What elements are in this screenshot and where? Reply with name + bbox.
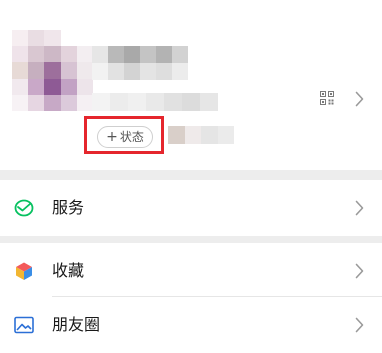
menu-item-label: 收藏 xyxy=(52,261,85,280)
wechat-id-redacted xyxy=(92,93,218,111)
menu-item-favorites[interactable]: 收藏 xyxy=(0,243,382,299)
menu-item-services[interactable]: 服务 xyxy=(0,180,382,236)
add-status-button[interactable]: + 状态 xyxy=(97,126,153,148)
menu-item-moments[interactable]: 朋友圈 xyxy=(0,297,382,353)
profile-header[interactable]: + 状态 xyxy=(0,0,382,170)
menu-item-label: 服务 xyxy=(52,198,85,217)
avatar[interactable] xyxy=(12,30,93,111)
plus-icon: + xyxy=(106,129,118,145)
qr-code-icon[interactable] xyxy=(320,91,334,105)
chevron-right-icon xyxy=(355,317,364,333)
menu-item-label: 朋友圈 xyxy=(52,315,101,334)
status-friends-redacted xyxy=(168,126,234,144)
nickname-redacted xyxy=(92,46,188,80)
moments-photo-icon xyxy=(14,316,34,334)
chevron-right-icon xyxy=(355,91,364,107)
services-icon xyxy=(14,199,34,217)
chevron-right-icon xyxy=(355,263,364,279)
chevron-right-icon xyxy=(355,200,364,216)
status-button-label: 状态 xyxy=(119,130,144,144)
favorites-cube-icon xyxy=(16,262,32,280)
